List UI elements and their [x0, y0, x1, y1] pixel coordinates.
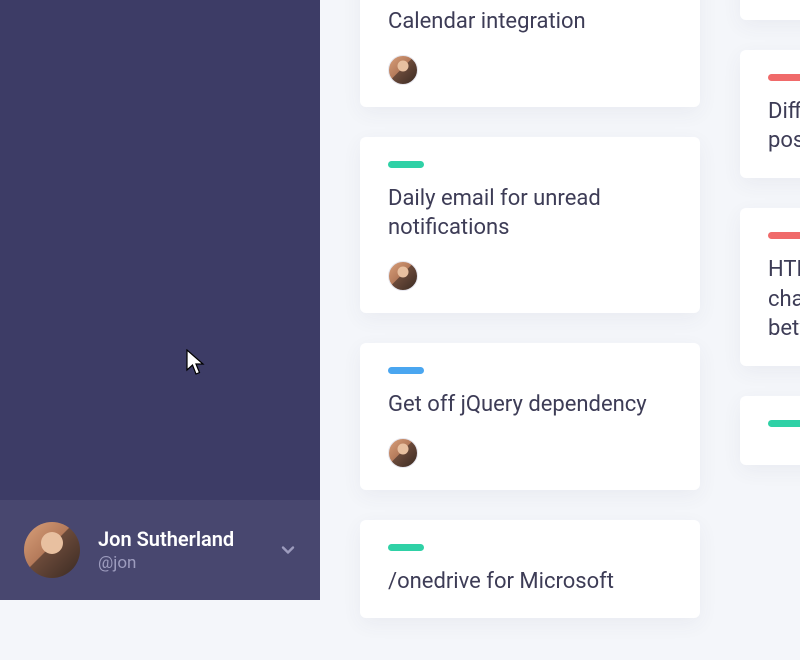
tag-indicator: [768, 420, 800, 427]
user-handle: @jon: [98, 553, 280, 573]
tag-indicator: [388, 367, 424, 374]
card[interactable]: Get off jQuery dependency: [360, 343, 700, 490]
assignee-avatar: [388, 55, 418, 85]
tag-indicator: [768, 232, 800, 239]
user-meta: Jon Sutherland @jon: [98, 527, 280, 573]
board-column: files Diffic posit HTM chan betw: [740, 0, 800, 660]
sidebar: Jon Sutherland @jon: [0, 0, 320, 600]
card[interactable]: Calendar integration: [360, 0, 700, 107]
board: Calendar integration Daily email for unr…: [320, 0, 800, 660]
card-title: HTM chan betw: [768, 255, 800, 344]
tag-indicator: [768, 74, 800, 81]
card-title: Diffic posit: [768, 97, 800, 156]
tag-indicator: [388, 161, 424, 168]
assignee-avatar: [388, 438, 418, 468]
card[interactable]: HTM chan betw: [740, 208, 800, 366]
card-title: /onedrive for Microsoft: [388, 567, 672, 597]
board-column: Calendar integration Daily email for unr…: [360, 0, 700, 660]
card[interactable]: Daily email for unread notifications: [360, 137, 700, 313]
card[interactable]: files: [740, 0, 800, 20]
card-title: Calendar integration: [388, 7, 672, 37]
card[interactable]: [740, 396, 800, 465]
chevron-down-icon[interactable]: [280, 542, 296, 558]
avatar: [24, 522, 80, 578]
card-title: Daily email for unread notifications: [388, 184, 672, 243]
card[interactable]: /onedrive for Microsoft: [360, 520, 700, 619]
assignee-avatar: [388, 261, 418, 291]
user-name: Jon Sutherland: [98, 527, 280, 551]
card[interactable]: Diffic posit: [740, 50, 800, 178]
card-title: Get off jQuery dependency: [388, 390, 672, 420]
tag-indicator: [388, 544, 424, 551]
user-panel[interactable]: Jon Sutherland @jon: [0, 500, 320, 600]
